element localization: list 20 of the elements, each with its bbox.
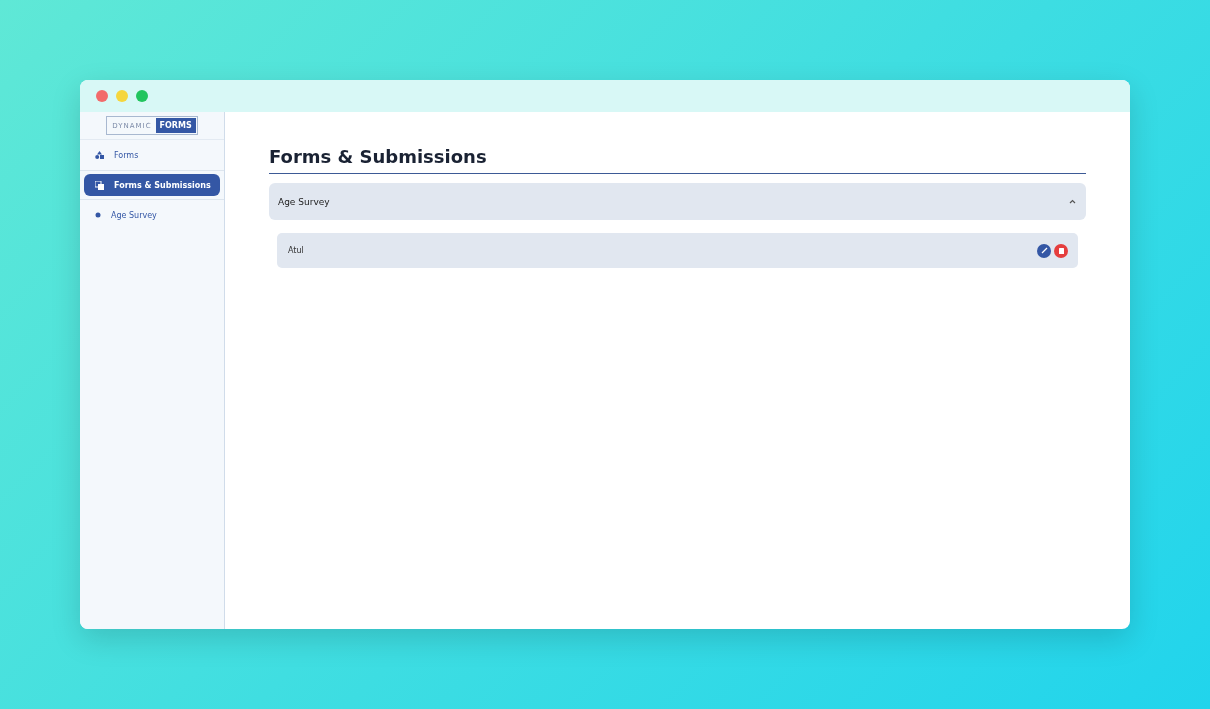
submission-name: Atul	[288, 246, 304, 255]
documents-icon	[95, 180, 104, 190]
page-title: Forms & Submissions	[269, 146, 1086, 174]
edit-button[interactable]	[1037, 243, 1051, 258]
sidebar-item[interactable]: Forms	[80, 140, 224, 170]
shapes-icon	[95, 151, 104, 159]
dot-icon	[95, 212, 101, 218]
accordion-header[interactable]: Age Survey	[269, 183, 1086, 220]
sidebar-item-label: Age Survey	[111, 210, 157, 220]
maximize-button[interactable]	[136, 90, 148, 102]
form-title: Age Survey	[278, 196, 330, 207]
sidebar-item-label: Forms & Submissions	[114, 180, 211, 190]
trash-icon	[1058, 247, 1064, 254]
sidebar-item-label: Forms	[114, 150, 139, 160]
pencil-icon	[1040, 247, 1048, 254]
delete-button[interactable]	[1054, 243, 1068, 258]
sidebar-item[interactable]: Forms & Submissions	[84, 174, 220, 196]
sidebar-item[interactable]: Age Survey	[80, 200, 224, 230]
close-button[interactable]	[96, 90, 108, 102]
logo-text: FORMS	[155, 118, 196, 133]
